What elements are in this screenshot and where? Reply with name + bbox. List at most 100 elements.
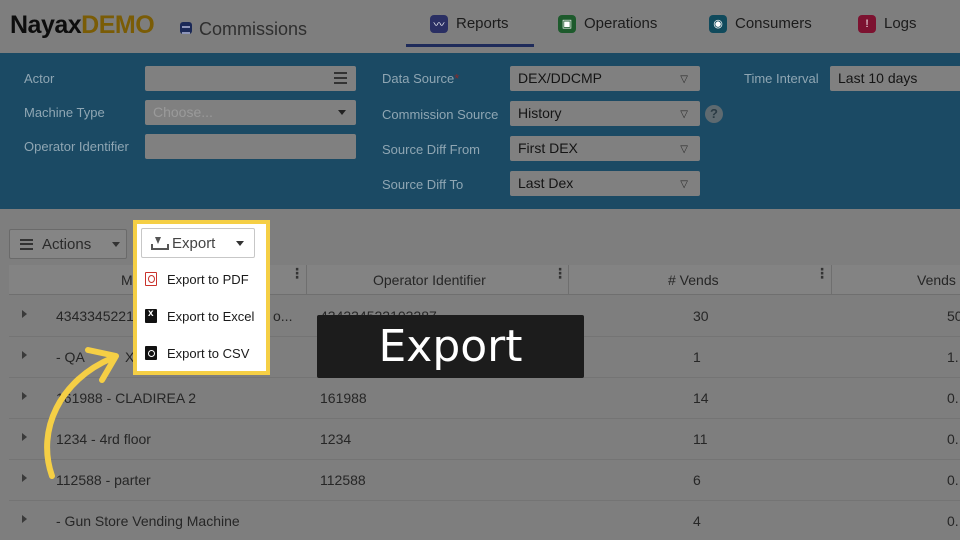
tab-consumers-label: Consumers bbox=[735, 15, 812, 32]
chevron-down-icon bbox=[338, 110, 346, 115]
column-divider[interactable] bbox=[306, 265, 307, 295]
expand-row-icon[interactable] bbox=[22, 310, 27, 318]
export-button[interactable]: Export bbox=[141, 228, 255, 258]
source-diff-to-select[interactable]: Last Dex ▽ bbox=[510, 171, 700, 196]
logo-demo-text: DEMO bbox=[81, 11, 155, 39]
vends-count-cell: 6 bbox=[693, 472, 701, 488]
source-diff-from-select[interactable]: First DEX ▽ bbox=[510, 136, 700, 161]
column-header-vends[interactable]: Vends bbox=[917, 272, 956, 288]
column-menu-icon[interactable]: ⋮ bbox=[290, 266, 304, 280]
vends-count-cell: 1 bbox=[693, 349, 701, 365]
commissions-icon bbox=[180, 22, 192, 34]
chevron-down-icon bbox=[112, 242, 120, 247]
operations-icon: ▣ bbox=[558, 14, 576, 33]
export-dropdown-highlight: Export Export to PDF Export to Excel Exp… bbox=[133, 220, 270, 375]
app-title: Commissions bbox=[199, 19, 308, 39]
actions-label: Actions bbox=[42, 235, 92, 253]
excel-file-icon bbox=[145, 308, 157, 323]
filter-panel: Actor Machine Type Choose... Operator Id… bbox=[0, 53, 960, 209]
operator-identifier-cell: 161988 bbox=[320, 390, 367, 406]
actions-button[interactable]: Actions bbox=[9, 229, 127, 259]
machine-cell: 43433452210 bbox=[56, 308, 142, 324]
source-diff-from-value: First DEX bbox=[518, 140, 578, 156]
active-tab-indicator bbox=[406, 44, 534, 47]
nayax-logo[interactable]: NayaxDEMO bbox=[10, 11, 155, 40]
pointer-arrow-icon bbox=[44, 347, 119, 479]
export-to-pdf-item[interactable]: Export to PDF bbox=[145, 268, 249, 290]
source-diff-to-value: Last Dex bbox=[518, 175, 574, 191]
expand-row-icon[interactable] bbox=[22, 515, 27, 523]
operator-identifier-label: Operator Identifier bbox=[24, 139, 129, 154]
table-row[interactable]: 1234 - 4rd floor 1234 11 0. bbox=[9, 419, 960, 460]
column-header-machine[interactable]: M bbox=[121, 272, 133, 288]
required-marker: * bbox=[454, 71, 460, 86]
machine-cell: - Gun Store Vending Machine bbox=[56, 513, 240, 529]
actor-field[interactable] bbox=[145, 66, 356, 91]
tab-reports-label: Reports bbox=[456, 15, 509, 32]
expand-row-icon[interactable] bbox=[22, 474, 27, 482]
expand-row-icon[interactable] bbox=[22, 392, 27, 400]
vends-value-cell: 1. bbox=[947, 349, 959, 365]
chevron-down-icon: ▽ bbox=[680, 109, 688, 120]
time-interval-label: Time Interval bbox=[744, 71, 819, 86]
operator-identifier-field[interactable] bbox=[145, 134, 356, 159]
vends-count-cell: 30 bbox=[693, 308, 709, 324]
operator-identifier-cell: 112588 bbox=[320, 472, 366, 488]
tab-consumers[interactable]: ◉ Consumers bbox=[709, 0, 812, 47]
chevron-down-icon: ▽ bbox=[680, 179, 688, 190]
column-menu-icon[interactable]: ⋮ bbox=[815, 266, 829, 280]
tab-operations[interactable]: ▣ Operations bbox=[558, 0, 657, 47]
tab-logs-label: Logs bbox=[884, 15, 917, 32]
tab-reports[interactable]: 〰 Reports bbox=[430, 0, 509, 47]
help-icon[interactable]: ? bbox=[705, 105, 723, 123]
column-divider[interactable] bbox=[831, 265, 832, 295]
data-source-select[interactable]: DEX/DDCMP ▽ bbox=[510, 66, 700, 91]
consumers-icon: ◉ bbox=[709, 14, 727, 33]
commission-source-select[interactable]: History ▽ bbox=[510, 101, 700, 126]
csv-file-icon bbox=[145, 346, 157, 360]
vends-count-cell: 4 bbox=[693, 513, 701, 529]
list-icon[interactable] bbox=[334, 72, 347, 84]
download-icon bbox=[151, 236, 169, 250]
table-row[interactable]: 112588 - parter 112588 6 0. bbox=[9, 460, 960, 501]
logo-text: Nayax bbox=[10, 11, 82, 39]
export-label: Export bbox=[172, 234, 216, 252]
vends-value-cell: 0. bbox=[947, 431, 959, 447]
data-source-value: DEX/DDCMP bbox=[518, 70, 603, 86]
pdf-file-icon bbox=[145, 272, 157, 286]
column-header-operator-identifier[interactable]: Operator Identifier bbox=[373, 272, 486, 288]
tab-logs[interactable]: ! Logs bbox=[858, 0, 917, 47]
tab-operations-label: Operations bbox=[584, 15, 658, 32]
table-row[interactable]: - Gun Store Vending Machine 4 0. bbox=[9, 501, 960, 540]
time-interval-value: Last 10 days bbox=[838, 70, 918, 86]
operator-identifier-cell: 1234 bbox=[320, 431, 352, 447]
machine-type-select[interactable]: Choose... bbox=[145, 100, 356, 125]
chevron-down-icon: ▽ bbox=[680, 144, 688, 155]
column-divider[interactable] bbox=[568, 265, 569, 295]
expand-row-icon[interactable] bbox=[22, 351, 27, 359]
logs-icon: ! bbox=[858, 14, 876, 33]
chevron-down-icon: ▽ bbox=[680, 74, 688, 85]
export-to-excel-label: Export to Excel bbox=[167, 308, 255, 324]
table-row[interactable]: 161988 - CLADIREA 2 161988 14 0. bbox=[9, 378, 960, 419]
data-source-label-text: Data Source bbox=[382, 71, 455, 86]
reports-icon: 〰 bbox=[430, 14, 448, 33]
commission-source-label: Commission Source bbox=[382, 107, 499, 122]
export-to-excel-item[interactable]: Export to Excel bbox=[145, 305, 254, 327]
export-to-csv-item[interactable]: Export to CSV bbox=[145, 342, 249, 364]
machine-cell-overflow: o... bbox=[273, 308, 293, 324]
machine-type-label: Machine Type bbox=[24, 105, 105, 120]
column-menu-icon[interactable]: ⋮ bbox=[553, 266, 567, 280]
vends-value-cell: 0. bbox=[947, 472, 959, 488]
menu-icon bbox=[20, 238, 33, 250]
source-diff-from-label: Source Diff From bbox=[382, 142, 481, 157]
column-header-vends-count[interactable]: # Vends bbox=[668, 272, 719, 288]
data-source-label: Data Source* bbox=[382, 71, 459, 86]
time-interval-select[interactable]: Last 10 days bbox=[830, 66, 960, 91]
source-diff-to-label: Source Diff To bbox=[382, 177, 464, 192]
machine-type-placeholder: Choose... bbox=[153, 104, 213, 120]
tutorial-caption: Export bbox=[317, 315, 584, 378]
vends-count-cell: 14 bbox=[693, 390, 709, 406]
expand-row-icon[interactable] bbox=[22, 433, 27, 441]
actor-label: Actor bbox=[24, 71, 55, 86]
